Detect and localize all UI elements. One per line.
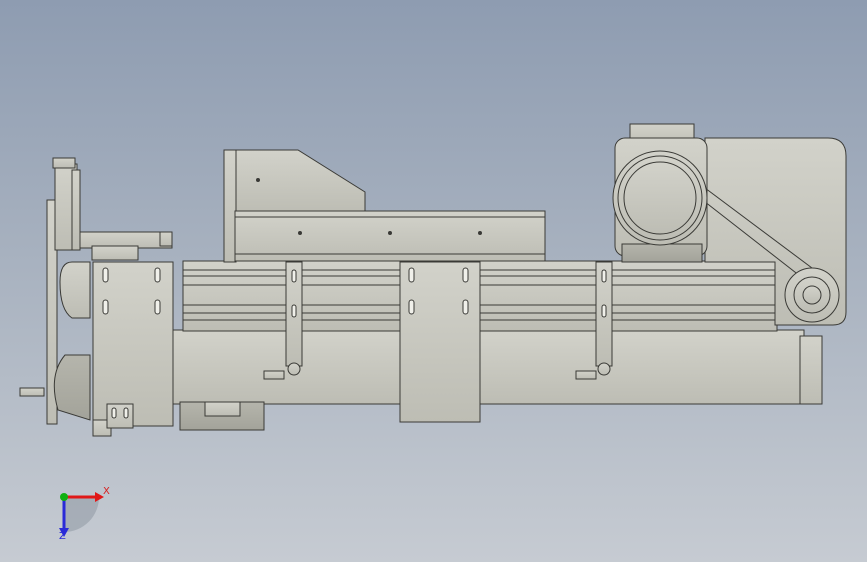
coordinate-triad <box>59 492 104 537</box>
triad-y-origin <box>60 493 68 501</box>
cad-viewport[interactable]: X Z <box>0 0 867 562</box>
triad-shade <box>64 497 99 532</box>
triad-x-label: X <box>103 486 110 497</box>
triad-z-label: Z <box>59 531 66 542</box>
